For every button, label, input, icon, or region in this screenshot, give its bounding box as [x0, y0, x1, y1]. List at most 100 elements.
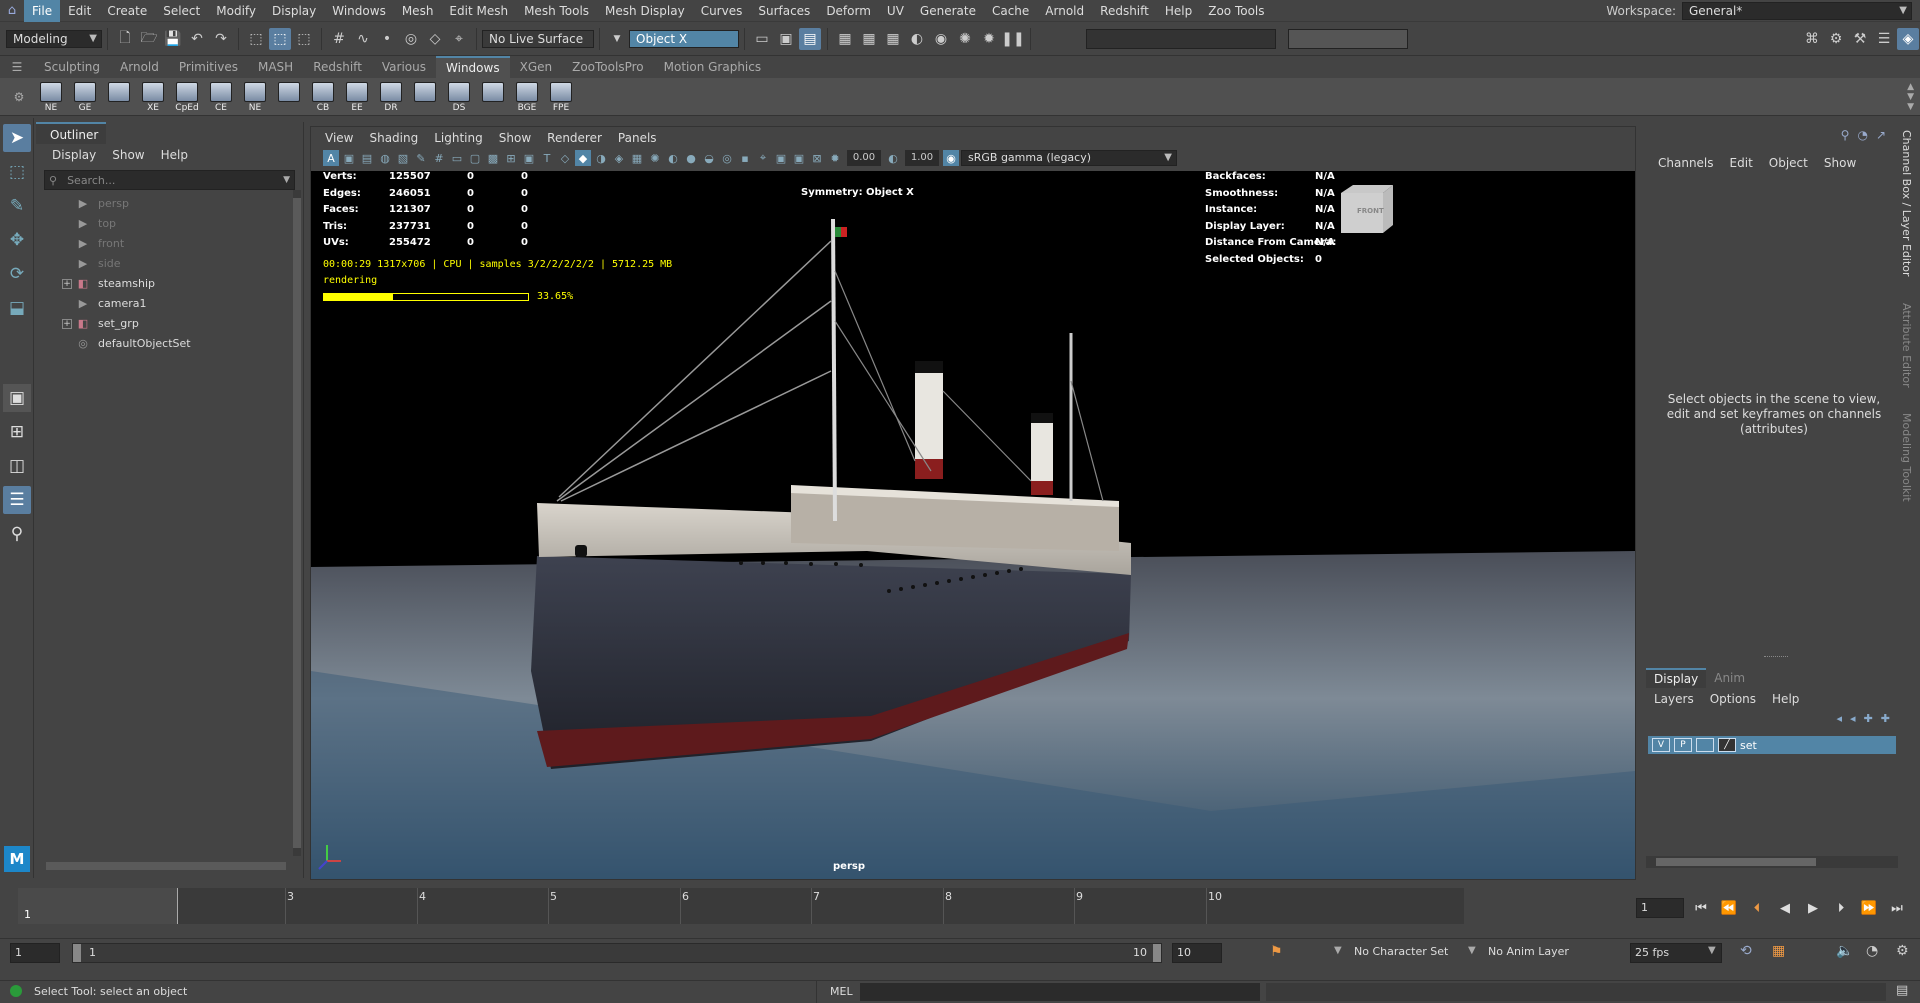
resolution-gate-icon[interactable]: ▢: [467, 150, 483, 166]
sound-icon[interactable]: 🔈: [1836, 943, 1853, 959]
outliner-node[interactable]: + ◧ steamship: [36, 274, 303, 294]
menu-modify[interactable]: Modify: [208, 0, 264, 22]
shelf-tab-windows[interactable]: Windows: [436, 56, 510, 78]
menu-help[interactable]: Help: [1157, 0, 1200, 22]
manipulator-icon[interactable]: ⚲: [1841, 128, 1850, 142]
expand-icon[interactable]: +: [62, 319, 72, 329]
light-editor-icon[interactable]: ✺: [954, 28, 976, 50]
outliner-node[interactable]: ▶ front: [36, 234, 303, 254]
screen-space-ao-icon[interactable]: ●: [683, 150, 699, 166]
step-back-key-icon[interactable]: ⏪: [1718, 901, 1740, 916]
channel-box-menu-show[interactable]: Show: [1816, 156, 1864, 170]
menu-surfaces[interactable]: Surfaces: [750, 0, 818, 22]
outliner-node[interactable]: ◎ defaultObjectSet: [36, 334, 303, 354]
expand-icon[interactable]: +: [62, 279, 72, 289]
shadows-icon[interactable]: ◐: [665, 150, 681, 166]
shelf-button[interactable]: [106, 80, 132, 114]
settings-icon[interactable]: ⚙: [1896, 943, 1909, 959]
xray-active-icon[interactable]: ▣: [791, 150, 807, 166]
shelf-tab-mash[interactable]: MASH: [248, 56, 303, 78]
xray-icon[interactable]: ▣: [773, 150, 789, 166]
outliner-toggle-icon[interactable]: ⌘: [1801, 28, 1823, 50]
menu-deform[interactable]: Deform: [818, 0, 879, 22]
textured-icon[interactable]: ▦: [629, 150, 645, 166]
select-hierarchy-icon[interactable]: ⬚: [245, 28, 267, 50]
snap-surface-icon[interactable]: ◇: [424, 28, 446, 50]
shelf-tab-primitives[interactable]: Primitives: [169, 56, 248, 78]
scrollbar-thumb[interactable]: [293, 198, 301, 848]
scale-tool-icon[interactable]: ⬓: [3, 294, 31, 322]
new-scene-icon[interactable]: 🗋: [114, 28, 136, 50]
isolate-select-icon[interactable]: ⌖: [755, 150, 771, 166]
layer-row[interactable]: V P ╱ set: [1648, 736, 1896, 754]
chevron-down-icon[interactable]: ▼: [1708, 945, 1716, 956]
shelf-scroll-icon[interactable]: ▲ ▼ ▼: [1907, 82, 1914, 112]
paint-select-tool-icon[interactable]: ✎: [3, 192, 31, 220]
shelf-button-dr[interactable]: DR: [378, 80, 404, 114]
cache-playback-icon[interactable]: ▦: [1772, 943, 1785, 959]
shelf-button[interactable]: [276, 80, 302, 114]
shelf-tab-redshift[interactable]: Redshift: [303, 56, 372, 78]
live-surface-field[interactable]: No Live Surface: [482, 30, 594, 48]
two-view-layout-icon[interactable]: ◫: [3, 452, 31, 480]
character-set-field[interactable]: No Character Set: [1350, 943, 1460, 963]
shelf-tab-arnold[interactable]: Arnold: [110, 56, 169, 78]
grease-pencil-icon[interactable]: ✎: [413, 150, 429, 166]
shelf-button-xe[interactable]: XE: [140, 80, 166, 114]
depth-of-field-icon[interactable]: ▪: [737, 150, 753, 166]
render-setup-icon[interactable]: ◐: [906, 28, 928, 50]
construction-history-icon[interactable]: ▭: [751, 28, 773, 50]
viewport-menu-lighting[interactable]: Lighting: [426, 131, 491, 145]
modeling-toolkit-toggle-icon[interactable]: ◈: [1897, 28, 1919, 50]
input-line-field[interactable]: [1086, 29, 1276, 49]
outliner-vscrollbar[interactable]: [293, 190, 301, 856]
step-forward-key-icon[interactable]: ⏩: [1858, 901, 1880, 916]
shelf-button-cb[interactable]: CB: [310, 80, 336, 114]
auto-key-icon[interactable]: ⚑: [1270, 944, 1283, 960]
step-forward-frame-icon[interactable]: ⏵: [1830, 901, 1852, 916]
menu-create[interactable]: Create: [99, 0, 155, 22]
shelf-button-ge[interactable]: GE: [72, 80, 98, 114]
panel-splitter[interactable]: [1764, 656, 1788, 658]
lasso-tool-icon[interactable]: ⬚: [3, 158, 31, 186]
camera-attributes-icon[interactable]: ▣: [341, 150, 357, 166]
four-view-layout-icon[interactable]: ⊞: [3, 418, 31, 446]
snap-pivot-icon[interactable]: ⌖: [448, 28, 470, 50]
outliner-node[interactable]: ▶ side: [36, 254, 303, 274]
layer-tab-anim[interactable]: Anim: [1706, 668, 1753, 688]
channel-box-menu-edit[interactable]: Edit: [1722, 156, 1761, 170]
bookmark-icon[interactable]: ▤: [359, 150, 375, 166]
gamma-icon[interactable]: ◐: [885, 150, 901, 166]
animation-start-field[interactable]: 1: [10, 943, 60, 963]
go-to-end-icon[interactable]: ⏭: [1886, 901, 1908, 916]
shelf-button-cped[interactable]: CpEd: [174, 80, 200, 114]
pause-render-icon[interactable]: ❚❚: [1001, 28, 1024, 50]
shelf-button-ne[interactable]: NE: [38, 80, 64, 114]
layer-color-swatch[interactable]: ╱: [1718, 738, 1736, 752]
shelf-button-ee[interactable]: EE: [344, 80, 370, 114]
channel-box-menu-object[interactable]: Object: [1761, 156, 1816, 170]
render-current-frame-icon[interactable]: ▣: [775, 28, 797, 50]
select-object-icon[interactable]: ⬚: [269, 28, 291, 50]
shelf-tab-xgen[interactable]: XGen: [510, 56, 563, 78]
hyper-icon[interactable]: ↗: [1876, 128, 1886, 142]
step-back-frame-icon[interactable]: ⏴: [1746, 901, 1768, 916]
menu-file[interactable]: File: [24, 0, 61, 22]
menu-cache[interactable]: Cache: [984, 0, 1037, 22]
shelf-button-ds[interactable]: DS: [446, 80, 472, 114]
viewport-menu-panels[interactable]: Panels: [610, 131, 665, 145]
menu-zoo-tools[interactable]: Zoo Tools: [1200, 0, 1272, 22]
anti-aliasing-icon[interactable]: ◎: [719, 150, 735, 166]
viewport-menu-view[interactable]: View: [317, 131, 361, 145]
loop-icon[interactable]: ⟲: [1740, 943, 1752, 959]
viewcube-label[interactable]: FRONT: [1357, 207, 1384, 215]
viewport-3d[interactable]: Verts: 125507 0 0 Edges: 246051 0 0 Faces: 121307…: [311, 171, 1635, 879]
select-component-icon[interactable]: ⬚: [293, 28, 315, 50]
menu-generate[interactable]: Generate: [912, 0, 984, 22]
go-to-start-icon[interactable]: ⏮: [1690, 901, 1712, 916]
symmetry-menu-icon[interactable]: ▼: [606, 28, 628, 50]
outliner-node[interactable]: + ◧ set_grp: [36, 314, 303, 334]
symmetry-field[interactable]: Object X: [629, 30, 739, 48]
shelf-button-ne[interactable]: NE: [242, 80, 268, 114]
menu-mesh[interactable]: Mesh: [394, 0, 442, 22]
